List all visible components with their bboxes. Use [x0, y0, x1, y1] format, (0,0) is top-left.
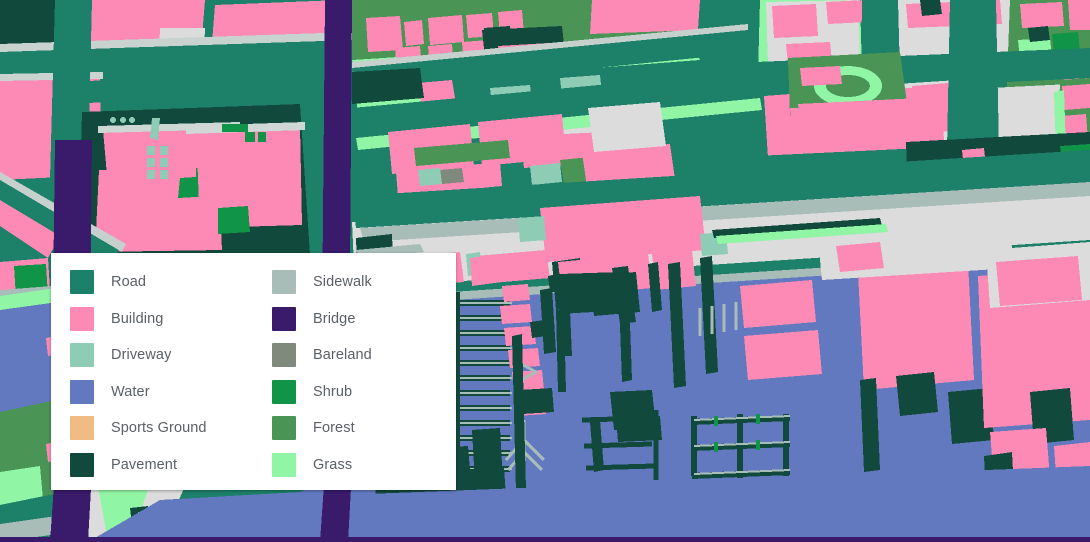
building-block: [1020, 2, 1064, 28]
building-block: [826, 0, 868, 24]
building-block: [428, 15, 464, 45]
map-legend-panel[interactable]: Road Building Driveway Water Sports Grou…: [51, 253, 456, 490]
building-block: [800, 66, 842, 86]
legend-label-sidewalk: Sidewalk: [313, 274, 372, 290]
driveway-patch: [418, 168, 442, 186]
building-block: [366, 16, 403, 52]
building-block: [744, 330, 822, 380]
bottom-edge-line: [0, 537, 1090, 542]
legend-swatch-water: [70, 380, 94, 404]
legend-swatch-forest: [272, 416, 296, 440]
building-block: [772, 4, 818, 38]
shrub-patch: [222, 124, 248, 132]
pavement-dark: [920, 0, 942, 16]
concrete-area: [588, 102, 666, 152]
pavement-dark: [484, 26, 512, 44]
building-block: [404, 20, 424, 46]
legend-label-building: Building: [111, 311, 164, 327]
detail-box: [147, 170, 155, 179]
legend-swatch-road: [70, 270, 94, 294]
legend-item-bridge[interactable]: Bridge: [272, 307, 356, 331]
bareland-patch: [440, 168, 464, 184]
pier-dark: [590, 272, 640, 316]
pavement-dark: [1028, 26, 1050, 42]
legend-swatch-building: [70, 307, 94, 331]
legend-swatch-grass: [272, 453, 296, 477]
legend-label-pavement: Pavement: [111, 457, 178, 473]
shrub-patch: [258, 132, 266, 142]
building-block: [470, 254, 502, 286]
legend-item-building[interactable]: Building: [70, 307, 163, 331]
legend-label-forest: Forest: [313, 420, 355, 436]
detail-dot: [129, 117, 135, 123]
building-block: [590, 0, 700, 34]
pavement-dark: [896, 372, 938, 416]
legend-swatch-pavement: [70, 453, 94, 477]
map-viewport[interactable]: Road Building Driveway Water Sports Grou…: [0, 0, 1090, 542]
detail-box: [147, 146, 155, 155]
building-block: [502, 284, 530, 302]
legend-swatch-shrub: [272, 380, 296, 404]
legend-item-road[interactable]: Road: [70, 270, 146, 294]
legend-item-driveway[interactable]: Driveway: [70, 343, 171, 367]
legend-item-shrub[interactable]: Shrub: [272, 380, 352, 404]
legend-label-driveway: Driveway: [111, 347, 172, 363]
building-block: [1062, 84, 1090, 110]
legend-label-road: Road: [111, 274, 147, 290]
building-block: [836, 242, 884, 272]
shrub-patch: [218, 206, 250, 234]
legend-swatch-sidewalk: [272, 270, 296, 294]
legend-swatch-driveway: [70, 343, 94, 367]
legend-label-shrub: Shrub: [313, 384, 353, 400]
legend-label-bridge: Bridge: [313, 311, 356, 327]
building-block: [500, 304, 532, 324]
building-block: [996, 256, 1082, 306]
legend-swatch-sports-ground: [70, 416, 94, 440]
legend-item-sports-ground[interactable]: Sports Ground: [70, 416, 207, 440]
legend-item-pavement[interactable]: Pavement: [70, 453, 177, 477]
legend-item-water[interactable]: Water: [70, 380, 150, 404]
building-block: [740, 280, 816, 328]
driveway-patch: [530, 163, 562, 185]
detail-box: [160, 158, 168, 167]
detail-box: [160, 170, 168, 179]
legend-label-bareland: Bareland: [313, 347, 372, 363]
detail-dot: [110, 117, 116, 123]
legend-item-grass[interactable]: Grass: [272, 453, 352, 477]
detail-box: [160, 146, 168, 155]
driveway-patch: [518, 216, 546, 242]
legend-label-water: Water: [111, 384, 150, 400]
building-block: [858, 262, 974, 390]
legend-label-grass: Grass: [313, 457, 353, 473]
detail-dot: [120, 117, 126, 123]
legend-swatch-bareland: [272, 343, 296, 367]
legend-item-bareland[interactable]: Bareland: [272, 343, 372, 367]
building-block: [1068, 0, 1090, 30]
legend-swatch-bridge: [272, 307, 296, 331]
pavement-dark: [352, 68, 424, 104]
road-junction: [68, 78, 148, 104]
legend-item-sidewalk[interactable]: Sidewalk: [272, 270, 372, 294]
legend-item-forest[interactable]: Forest: [272, 416, 355, 440]
legend-label-sports-ground: Sports Ground: [111, 420, 207, 436]
detail-box: [147, 158, 155, 167]
shrub-patch: [245, 132, 255, 142]
